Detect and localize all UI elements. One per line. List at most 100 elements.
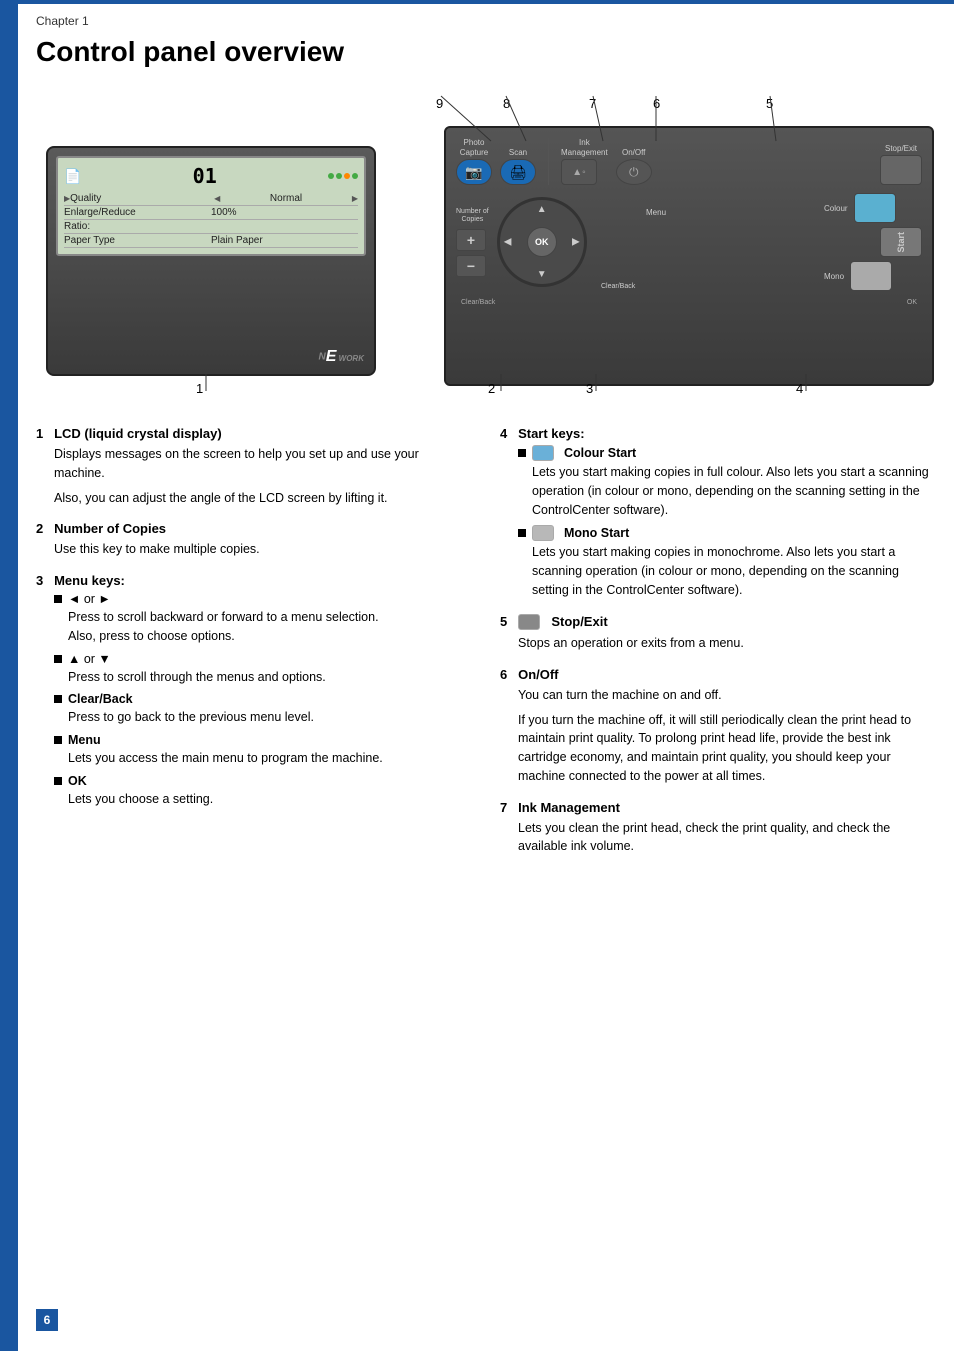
item-6-text-1: You can turn the machine on and off. [518, 686, 934, 705]
clear-back-label: Clear/Back [601, 283, 635, 290]
dot-green3 [352, 173, 358, 179]
lcd-row-enlarge: Enlarge/Reduce 100% [64, 206, 358, 220]
stop-exit-btn-group: Stop/Exit [880, 144, 922, 185]
item-6: 6 On/Off You can turn the machine on and… [500, 667, 934, 786]
item-6-text-2: If you turn the machine off, it will sti… [518, 711, 934, 786]
dot-green2 [336, 173, 342, 179]
bot-label-2: 2 [488, 381, 495, 396]
network-logo: NE WORK [319, 348, 364, 366]
lcd-row-paper: Paper Type Plain Paper [64, 234, 358, 248]
item-4-title: Start keys: [518, 426, 584, 441]
item-5-number: 5 [500, 614, 507, 629]
sub-text-mono-start: Lets you start making copies in monochro… [532, 543, 934, 599]
bot-label-3: 3 [586, 381, 593, 396]
item-4-number: 4 [500, 426, 507, 441]
item-3: 3 Menu keys: ◄ or ► Press to scroll back… [36, 573, 470, 809]
colour-start-icon [532, 445, 554, 461]
ink-mgmt-btn-group: InkManagement ▲◦ [561, 138, 608, 185]
onoff-btn-group: On/Off ⏻ [616, 148, 652, 185]
item-4: 4 Start keys: Colour Start Lets you star… [500, 426, 934, 600]
item-1-header: 1 LCD (liquid crystal display) [36, 426, 470, 441]
ok-ctrl-label: OK [907, 299, 917, 306]
item-5-title: Stop/Exit [551, 614, 607, 629]
nav-up-arrow[interactable]: ▲ [537, 204, 547, 215]
sub-text-lr-1: Press to scroll backward or forward to a… [68, 608, 470, 627]
left-column: 1 LCD (liquid crystal display) Displays … [36, 426, 470, 870]
sub-label-ud: ▲ or ▼ [68, 652, 111, 666]
start-keys-group: Colour Start Mono [824, 193, 922, 291]
control-panel: PhotoCapture 📷 Scan 🖨 InkManagement [444, 126, 934, 386]
lcd-panel: 📄 01 ▶ Quality ◀ [46, 146, 376, 376]
item-2-header: 2 Number of Copies [36, 521, 470, 536]
bullet-colour [518, 449, 526, 457]
item-5-header: 5 Stop/Exit [500, 614, 934, 631]
bullet-ok [54, 777, 62, 785]
ok-button[interactable]: OK [527, 227, 557, 257]
item-1-text-1: Displays messages on the screen to help … [54, 445, 470, 483]
clear-back-ctrl-label: Clear/Back [461, 299, 495, 306]
item-2-text: Use this key to make multiple copies. [54, 540, 470, 559]
dot-green1 [328, 173, 334, 179]
sub-item-menu: Menu Lets you access the main menu to pr… [54, 733, 470, 768]
sub-text-menu: Lets you access the main menu to program… [68, 749, 470, 768]
sub-item-colour-start: Colour Start Lets you start making copie… [518, 445, 934, 519]
blue-sidebar [0, 0, 18, 1351]
bullet-lr [54, 595, 62, 603]
sub-text-clear-back: Press to go back to the previous menu le… [68, 708, 470, 727]
copies-btn-group: Number ofCopies + − [456, 208, 489, 277]
nav-cluster: ▲ ▼ ◀ ▶ OK [497, 197, 587, 287]
item-5: 5 Stop/Exit Stops an operation or exits … [500, 614, 934, 653]
item-6-number: 6 [500, 667, 507, 682]
sub-item-mono-start: Mono Start Lets you start making copies … [518, 525, 934, 599]
diagram-area: 9 8 7 6 5 📄 01 [36, 86, 934, 406]
bullet-menu [54, 736, 62, 744]
sub-label-mono-start: Mono Start [564, 526, 629, 540]
item-7: 7 Ink Management Lets you clean the prin… [500, 800, 934, 857]
lcd-row-quality: ▶ Quality ◀ Normal ▶ [64, 192, 358, 206]
right-column: 4 Start keys: Colour Start Lets you star… [500, 426, 934, 870]
scan-btn-group: Scan 🖨 [500, 148, 536, 185]
bullet-ud [54, 655, 62, 663]
stop-exit-icon-inline [518, 614, 540, 630]
item-1-number: 1 [36, 426, 43, 441]
sub-label-ok: OK [68, 774, 87, 788]
sub-label-lr: ◄ or ► [68, 592, 111, 606]
item-3-title: Menu keys: [54, 573, 125, 588]
mono-start-button[interactable] [850, 261, 892, 291]
nav-right-arrow[interactable]: ▶ [572, 237, 580, 248]
sub-label-clear-back: Clear/Back [68, 692, 133, 706]
bottom-labels: Clear/Back OK [456, 299, 922, 306]
item-6-header: 6 On/Off [500, 667, 934, 682]
dot-orange [344, 173, 350, 179]
item-2-title: Number of Copies [54, 521, 166, 536]
content-columns: 1 LCD (liquid crystal display) Displays … [36, 426, 934, 870]
mono-start-icon [532, 525, 554, 541]
sub-label-menu: Menu [68, 733, 101, 747]
lcd-page-icon: 📄 [64, 168, 81, 185]
item-1-title: LCD (liquid crystal display) [54, 426, 222, 441]
page-title: Control panel overview [36, 36, 934, 68]
sub-text-ok: Lets you choose a setting. [68, 790, 470, 809]
bullet-mono [518, 529, 526, 537]
item-7-header: 7 Ink Management [500, 800, 934, 815]
item-7-title: Ink Management [518, 800, 620, 815]
sub-item-lr-arrows: ◄ or ► Press to scroll backward or forwa… [54, 592, 470, 646]
item-2-number: 2 [36, 521, 43, 536]
colour-start-button[interactable] [854, 193, 896, 223]
item-6-title: On/Off [518, 667, 558, 682]
item-7-text: Lets you clean the print head, check the… [518, 819, 934, 857]
sub-text-ud: Press to scroll through the menus and op… [68, 668, 470, 687]
nav-down-arrow[interactable]: ▼ [537, 269, 547, 280]
item-3-header: 3 Menu keys: [36, 573, 470, 588]
item-4-header: 4 Start keys: [500, 426, 934, 441]
item-3-number: 3 [36, 573, 43, 588]
chapter-label: Chapter 1 [36, 14, 934, 28]
menu-label: Menu [646, 208, 666, 217]
item-2: 2 Number of Copies Use this key to make … [36, 521, 470, 559]
lcd-dots [328, 173, 358, 179]
item-5-text: Stops an operation or exits from a menu. [518, 634, 934, 653]
sub-item-clear-back: Clear/Back Press to go back to the previ… [54, 692, 470, 727]
nav-left-arrow[interactable]: ◀ [504, 237, 512, 248]
sub-text-colour-start: Lets you start making copies in full col… [532, 463, 934, 519]
sub-label-colour-start: Colour Start [564, 446, 636, 460]
